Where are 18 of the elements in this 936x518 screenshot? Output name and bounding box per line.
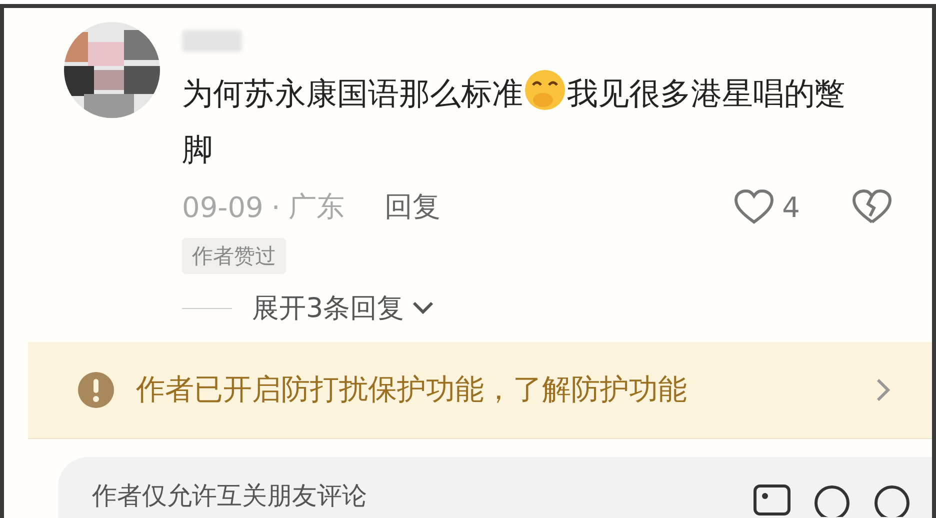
broken-heart-icon[interactable] [852, 189, 892, 225]
emoji-icon [523, 68, 567, 112]
blurred-username [182, 30, 242, 52]
image-icon[interactable] [752, 483, 792, 517]
comment-input-field[interactable]: 作者仅允许互关朋友评论 [58, 457, 932, 518]
comment-text: 为何苏永康国语那么标准 我见很多港星唱的蹩脚 [182, 66, 847, 178]
heart-icon[interactable] [734, 189, 774, 225]
author-liked-badge: 作者赞过 [182, 238, 286, 274]
expand-replies-link[interactable]: 展开3条回复 [252, 290, 436, 326]
like-count: 4 [782, 190, 800, 224]
chevron-right-icon [874, 376, 892, 404]
notice-text: 作者已开启防打扰保护功能，了解防护功能 [136, 371, 688, 408]
notice-banner[interactable]: 作者已开启防打扰保护功能，了解防护功能 [28, 342, 932, 439]
comment-date: 09-09 [182, 190, 264, 224]
comment-location: 广东 [288, 189, 344, 225]
warning-icon [78, 372, 114, 408]
reply-link[interactable]: 回复 [384, 188, 440, 226]
separator: · [271, 190, 280, 224]
